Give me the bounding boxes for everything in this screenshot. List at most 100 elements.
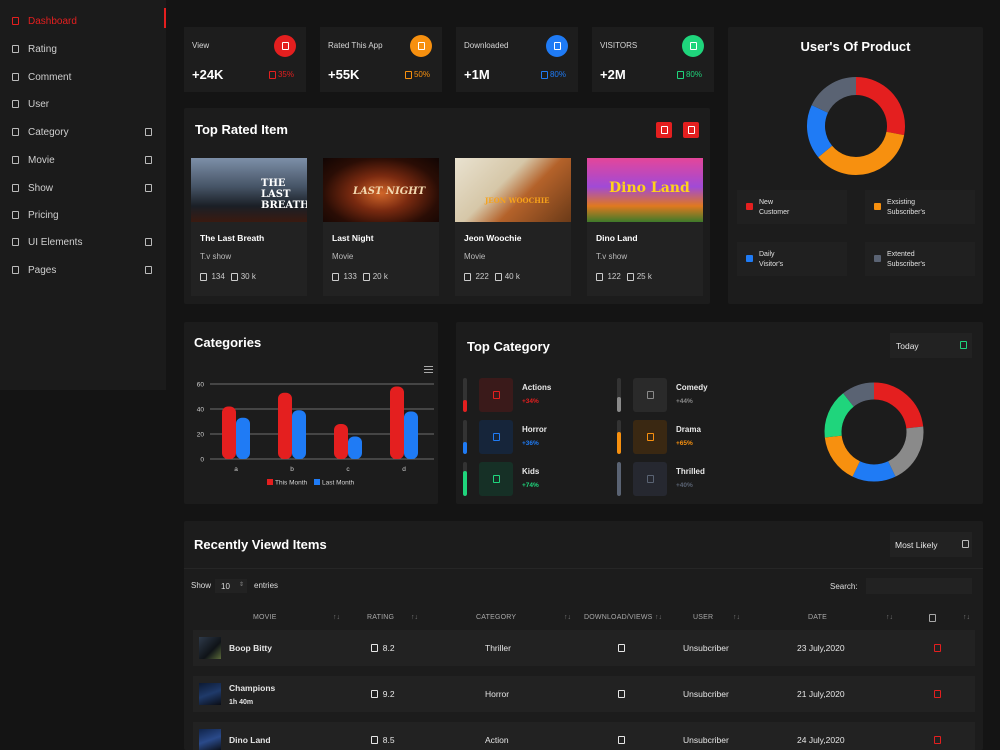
period-dropdown[interactable]: Today [890, 333, 972, 358]
sort-icon[interactable]: ↑↓ [333, 614, 340, 621]
column-header-date[interactable]: DATE [808, 614, 827, 621]
section-title: Top Rated Item [195, 122, 288, 137]
sidebar-item-label: Pages [28, 264, 57, 276]
poster-title: THE LAST BREATH [261, 178, 307, 211]
legend-item: Exsisting Subscriber's [865, 190, 975, 224]
thrilled-icon [633, 462, 667, 496]
delete-icon[interactable] [934, 722, 941, 750]
sidebar-item-pages[interactable]: Pages [0, 257, 166, 283]
delete-icon[interactable] [934, 676, 941, 712]
legend-item: Extented Subscriber's [865, 242, 975, 276]
movie-card[interactable]: JEON WOOCHIE Jeon Woochie Movie 222 40 k [455, 158, 571, 296]
column-header-rating[interactable]: RATING [367, 614, 394, 621]
download-icon[interactable] [618, 630, 625, 666]
movie-card[interactable]: THE LAST BREATH The Last Breath T.v show… [191, 158, 307, 296]
search-label: Search: [830, 582, 858, 591]
category-level-bar [463, 400, 467, 412]
rating-icon [12, 45, 19, 53]
sort-icon[interactable]: ↑↓ [564, 614, 571, 621]
category-level-bar [617, 431, 621, 454]
x-tick-label: d [402, 466, 406, 473]
stat-percent: 50% [404, 70, 430, 79]
actions-icon [479, 378, 513, 412]
sort-icon[interactable]: ↑↓ [886, 614, 893, 621]
sidebar-item-label: Comment [28, 71, 72, 83]
x-tick-label: c [346, 466, 350, 473]
legend-label: Exsisting Subscriber's [887, 199, 926, 216]
donut-slice [807, 105, 833, 158]
column-header-download-views[interactable]: DOWNLOAD/VIEWS [584, 614, 653, 621]
y-tick-label: 60 [197, 382, 205, 389]
column-header-category[interactable]: CATEGORY [476, 614, 516, 621]
section-title: Top Category [467, 339, 550, 354]
sidebar-item-movie[interactable]: Movie [0, 147, 166, 173]
table-row[interactable]: Champions 1h 40m 9.2 Horror Unsubcriber … [193, 676, 975, 712]
movie-card[interactable]: Dino Land Dino Land T.v show 122 25 k [587, 158, 703, 296]
poster-image: LAST NIGHT [323, 158, 439, 222]
bar [292, 410, 306, 459]
star-icon [410, 35, 432, 57]
legend-swatch [874, 255, 881, 262]
sidebar-item-ui-elements[interactable]: UI Elements [0, 229, 166, 255]
comedy-icon [633, 378, 667, 412]
entries-select[interactable]: 10 ⇕ [215, 579, 247, 593]
stat-card-rated: Rated This App +55K 50% [320, 27, 442, 92]
stat-value: +24K [192, 67, 224, 82]
stat-value: +2M [600, 67, 626, 82]
stat-card-visitors: VISITORS +2M 80% [592, 27, 714, 92]
heart-icon [200, 272, 207, 281]
column-header-user[interactable]: USER [693, 614, 713, 621]
category-percent: +34% [522, 398, 539, 405]
prev-arrow-icon[interactable] [656, 122, 672, 138]
poster-title: LAST NIGHT [353, 186, 426, 197]
sort-icon[interactable]: ↑↓ [733, 614, 740, 621]
top-category-donut-chart [824, 382, 924, 482]
movie-genre: Movie [332, 252, 354, 261]
table-row[interactable]: Dino Land 8.5 Action Unsubcriber 24 July… [193, 722, 975, 750]
drama-icon [633, 420, 667, 454]
next-arrow-icon[interactable] [683, 122, 699, 138]
stat-name: Rated This App [328, 41, 383, 50]
category-value: Thriller [485, 643, 511, 653]
chevron-right-icon [145, 128, 152, 136]
sidebar-item-dashboard[interactable]: Dashboard [0, 8, 166, 34]
sidebar-item-rating[interactable]: Rating [0, 36, 166, 62]
download-icon[interactable] [618, 676, 625, 712]
legend-label: Extented Subscriber's [887, 251, 926, 268]
user-value: Unsubcriber [683, 689, 729, 699]
dropdown-value: Most Likely [895, 540, 938, 550]
user-icon [682, 35, 704, 57]
sidebar-item-category[interactable]: Category [0, 119, 166, 145]
download-icon[interactable] [618, 722, 625, 750]
search-input[interactable] [866, 578, 972, 594]
sidebar-item-comment[interactable]: Comment [0, 64, 166, 90]
horror-icon [479, 420, 513, 454]
eye-icon [627, 272, 635, 281]
category-value: Action [485, 735, 509, 745]
sidebar-item-show[interactable]: Show [0, 175, 166, 201]
category-name: Horror [522, 425, 547, 434]
movie-name: Dino Land [229, 735, 271, 745]
table-row[interactable]: Boop Bitty 8.2 Thriller Unsubcriber 23 J… [193, 630, 975, 666]
column-header-movie[interactable]: MOVIE [253, 614, 277, 621]
menu-icon[interactable] [424, 366, 433, 373]
sort-icon[interactable]: ↑↓ [655, 614, 662, 621]
movie-card[interactable]: LAST NIGHT Last Night Movie 133 20 k [323, 158, 439, 296]
stat-percent: 35% [268, 70, 294, 79]
y-tick-label: 0 [200, 457, 204, 464]
date-value: 24 July,2020 [797, 735, 845, 745]
delete-icon[interactable] [934, 630, 941, 666]
eye-icon [274, 35, 296, 57]
eye-icon [231, 272, 239, 281]
sort-dropdown[interactable]: Most Likely [890, 532, 972, 557]
user-icon [12, 100, 19, 108]
sidebar-item-pricing[interactable]: Pricing [0, 202, 166, 228]
movie-name: Boop Bitty [229, 643, 272, 653]
sidebar-item-user[interactable]: User [0, 91, 166, 117]
top-category-panel: Top Category Today [456, 322, 983, 504]
legend-swatch [746, 203, 753, 210]
movie-genre: T.v show [200, 252, 232, 261]
sort-icon[interactable]: ↑↓ [963, 614, 970, 621]
sort-icon[interactable]: ↑↓ [411, 614, 418, 621]
star-icon [371, 690, 378, 698]
